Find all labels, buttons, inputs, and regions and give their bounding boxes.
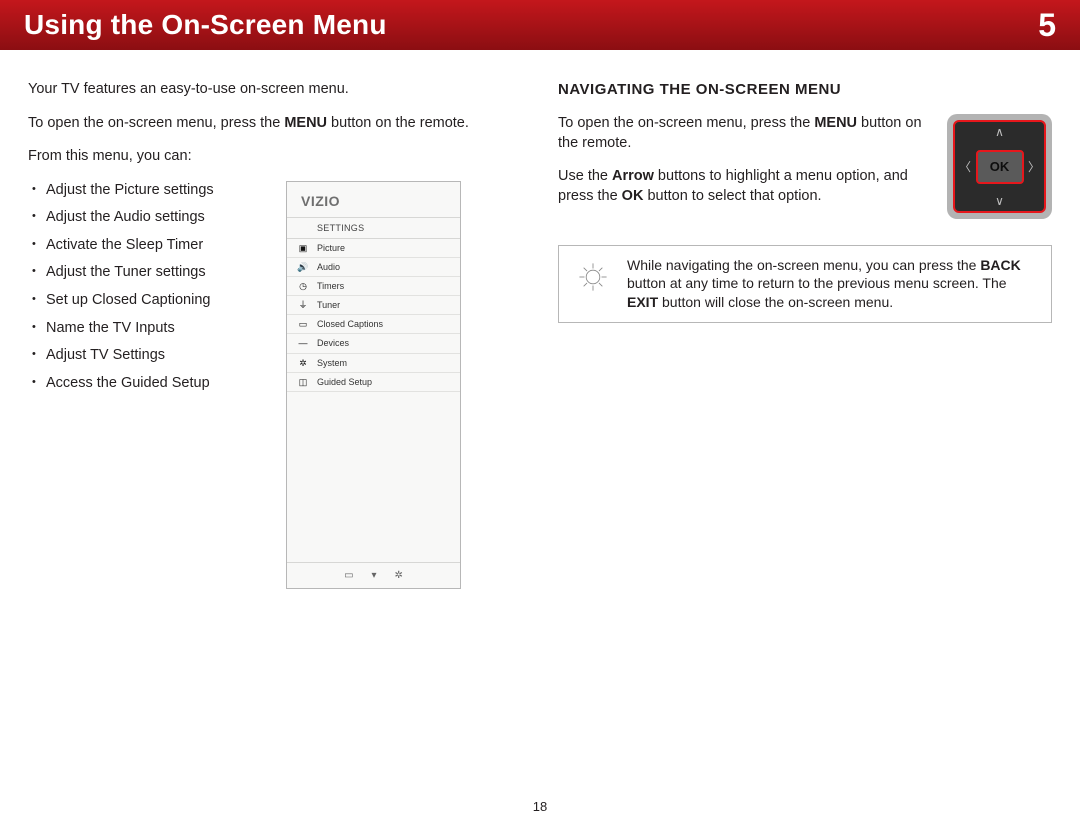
- left-column: Your TV features an easy-to-use on-scree…: [28, 80, 522, 589]
- right-column: NAVIGATING THE ON-SCREEN MENU To open th…: [558, 80, 1052, 589]
- osd-footer: ▭ ▾ ✲: [287, 562, 460, 589]
- osd-row-system: ✲System: [287, 354, 460, 373]
- osd-row-devices: —Devices: [287, 334, 460, 353]
- osd-empty-space: [287, 392, 460, 562]
- list-item: Adjust the Tuner settings: [46, 263, 268, 283]
- timers-icon: ◷: [297, 281, 309, 291]
- arrow-right-icon: 〉: [1028, 161, 1040, 173]
- list-item: Adjust the Audio settings: [46, 208, 268, 228]
- nav-paragraph-1: To open the on-screen menu, press the ME…: [558, 114, 929, 153]
- from-this-menu: From this menu, you can:: [28, 147, 522, 167]
- list-item: Set up Closed Captioning: [46, 291, 268, 311]
- capabilities-list: Adjust the Picture settings Adjust the A…: [28, 181, 268, 394]
- picture-icon: ▣: [297, 243, 309, 253]
- tuner-icon: ⏚: [297, 300, 309, 310]
- chapter-header: Using the On-Screen Menu 5: [0, 0, 1080, 50]
- lightbulb-icon: [573, 256, 613, 313]
- osd-row-timers: ◷Timers: [287, 277, 460, 296]
- arrow-left-icon: 〈: [959, 161, 971, 173]
- osd-row-guided: ◫Guided Setup: [287, 373, 460, 392]
- arrow-up-icon: ∧: [995, 126, 1004, 138]
- audio-icon: 🔊: [297, 262, 309, 272]
- list-item: Activate the Sleep Timer: [46, 236, 268, 256]
- page-body: Your TV features an easy-to-use on-scree…: [0, 50, 1080, 589]
- nav-paragraph-2: Use the Arrow buttons to highlight a men…: [558, 167, 929, 206]
- list-item: Access the Guided Setup: [46, 374, 268, 394]
- system-icon: ✲: [297, 358, 309, 368]
- section-heading: NAVIGATING THE ON-SCREEN MENU: [558, 80, 1052, 100]
- chapter-number: 5: [1038, 7, 1056, 44]
- osd-panel: VIZIO SETTINGS ▣Picture 🔊Audio ◷Timers ⏚…: [286, 181, 461, 590]
- vizio-logo: VIZIO: [287, 182, 460, 217]
- wide-icon: ▭: [344, 569, 353, 583]
- gear-icon: ✲: [395, 569, 403, 583]
- tip-callout: While navigating the on-screen menu, you…: [558, 245, 1052, 324]
- list-item: Adjust TV Settings: [46, 346, 268, 366]
- osd-row-tuner: ⏚Tuner: [287, 296, 460, 315]
- osd-heading: SETTINGS: [287, 217, 460, 239]
- chapter-title: Using the On-Screen Menu: [24, 9, 387, 41]
- osd-row-cc: ▭Closed Captions: [287, 315, 460, 334]
- page-number: 18: [533, 799, 547, 814]
- intro-paragraph: Your TV features an easy-to-use on-scree…: [28, 80, 522, 100]
- ok-button: OK: [976, 150, 1024, 184]
- arrow-down-icon: ∨: [995, 195, 1004, 207]
- list-item: Adjust the Picture settings: [46, 181, 268, 201]
- open-menu-paragraph: To open the on-screen menu, press the ME…: [28, 114, 522, 134]
- cc-icon: ▭: [297, 319, 309, 329]
- list-item: Name the TV Inputs: [46, 319, 268, 339]
- remote-dpad: ∧ ∨ 〈 〉 OK: [947, 114, 1052, 219]
- osd-row-audio: 🔊Audio: [287, 258, 460, 277]
- osd-row-picture: ▣Picture: [287, 239, 460, 258]
- tip-text: While navigating the on-screen menu, you…: [627, 256, 1037, 313]
- devices-icon: —: [297, 338, 309, 348]
- chevron-down-icon: ▾: [372, 569, 377, 583]
- guided-icon: ◫: [297, 377, 309, 387]
